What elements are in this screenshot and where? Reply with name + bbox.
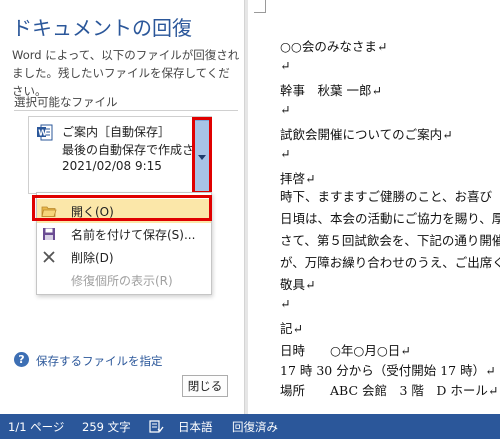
doc-line: ↵: [280, 102, 291, 117]
menu-item-label: 削除(D): [71, 251, 114, 265]
file-datetime: 2021/02/08 9:15: [62, 159, 162, 173]
help-link-text[interactable]: 保存するファイルを指定: [36, 353, 163, 369]
delete-x-icon: [43, 251, 55, 263]
available-files-label: 選択可能なファイル: [14, 95, 118, 109]
doc-line: 場所 ABC 会館 3 階 D ホール↵: [280, 383, 499, 398]
menu-item-label: 修復個所の表示(R): [71, 274, 173, 288]
menu-item-show-repairs: 修復個所の表示(R): [37, 268, 211, 292]
dropdown-highlight-box: [192, 117, 212, 194]
document-page[interactable]: ○○会のみなさま↵ ↵ 幹事 秋葉 一郎↵ ↵ 試飲会開催についてのご案内↵ ↵…: [248, 0, 500, 414]
pane-description: Word によって、以下のファイルが回復されました。残したいファイルを保存してく…: [12, 48, 240, 98]
word-count[interactable]: 259 文字: [82, 419, 131, 435]
doc-line: 幹事 秋葉 一郎↵: [280, 83, 382, 98]
doc-line: が、万障お繰り合わせのうえ、ご出席く: [280, 255, 500, 270]
help-icon: ?: [14, 352, 29, 367]
document-recovery-pane: ドキュメントの回復 Word によって、以下のファイルが回復されました。残したい…: [0, 0, 245, 414]
margin-corner-mark: [265, 0, 266, 13]
doc-line: 拝啓↵: [280, 171, 316, 186]
save-icon: [43, 228, 55, 240]
doc-line: 試飲会開催についてのご案内↵: [280, 127, 453, 142]
doc-line: 日時 ○年○月○日↵: [280, 343, 411, 358]
recovered-file-card[interactable]: W ご案内［自動保存］ 最後の自動保存で作成され 2021/02/08 9:15: [28, 116, 212, 194]
file-status: 最後の自動保存で作成され: [62, 143, 207, 157]
svg-text:W: W: [38, 129, 47, 138]
pane-title: ドキュメントの回復: [12, 16, 192, 40]
doc-line: ↵: [280, 146, 291, 161]
file-name: ご案内［自動保存］: [62, 125, 171, 139]
doc-line: ↵: [280, 296, 291, 311]
recovered-status: 回復済み: [232, 420, 278, 434]
page-count[interactable]: 1/1 ページ: [8, 419, 64, 435]
menu-item-label: 名前を付けて保存(S)...: [71, 228, 196, 242]
doc-line: ↵: [280, 58, 291, 73]
close-button[interactable]: 閉じる: [182, 375, 228, 397]
doc-line: 日頃は、本会の活動にご協力を賜り、厚: [280, 211, 500, 226]
section-divider: [14, 110, 238, 111]
open-highlight-box: [32, 195, 212, 221]
doc-line: 記↵: [280, 321, 303, 336]
language-indicator[interactable]: 日本語: [178, 419, 213, 435]
doc-line: ○○会のみなさま↵: [280, 39, 388, 54]
doc-line: さて、第５回試飲会を、下記の通り開催: [280, 233, 500, 248]
menu-item-save-as[interactable]: 名前を付けて保存(S)...: [37, 222, 211, 246]
doc-line: 敬具↵: [280, 277, 316, 292]
doc-line: 時下、ますますご健勝のこと、お喜び: [280, 189, 493, 204]
status-bar: 1/1 ページ 259 文字 日本語 回復済み: [0, 414, 500, 439]
word-doc-icon: W: [37, 124, 53, 141]
proofing-book-icon[interactable]: [148, 419, 164, 434]
doc-line: 17 時 30 分から（受付開始 17 時）↵: [280, 363, 496, 378]
menu-item-delete[interactable]: 削除(D): [37, 245, 211, 269]
